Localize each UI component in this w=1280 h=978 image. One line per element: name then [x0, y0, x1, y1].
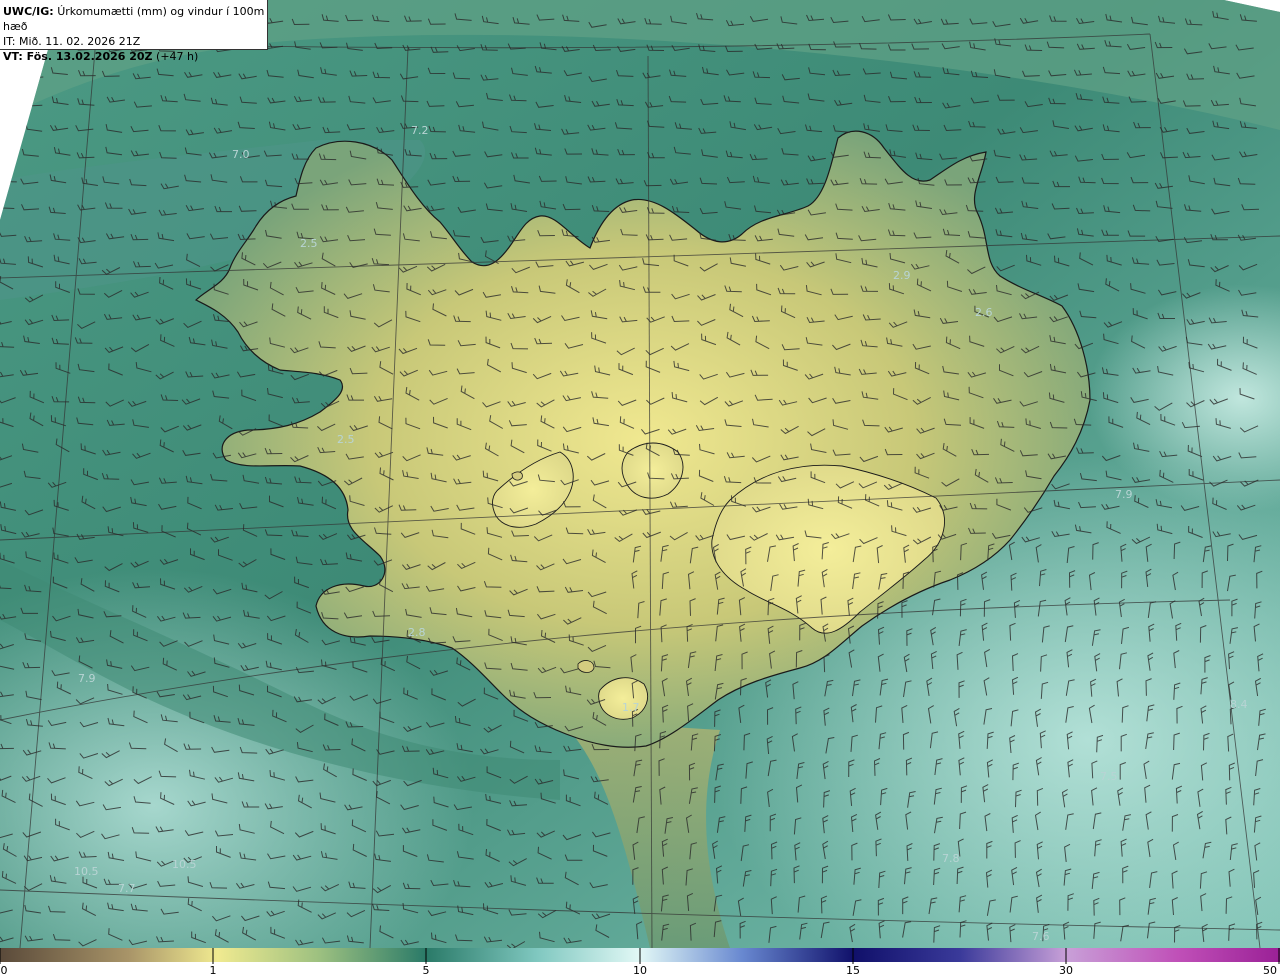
- title-line: UWC/IG: Úrkomumætti (mm) og vindur í 100…: [3, 4, 267, 34]
- precip-value-label: 10.5: [172, 858, 197, 871]
- precip-value-label: 7.6: [1032, 930, 1050, 943]
- valid-time-line: VT: Fös. 13.02.2026 20Z (+47 h): [3, 49, 267, 64]
- colorbar-tick-label: 5: [422, 964, 430, 977]
- precip-value-label: 7.9: [78, 672, 96, 685]
- precip-value-label: 8.4: [1230, 698, 1248, 711]
- precip-value-label: 2.5: [300, 237, 318, 250]
- colorbar-tick-label: 10: [633, 964, 647, 977]
- colorbar-tick-label: 30: [1059, 964, 1073, 977]
- precip-value-label: 2.9: [893, 269, 911, 282]
- precip-value-label: 2.5: [337, 433, 355, 446]
- precip-value-label: 1.7: [622, 701, 640, 714]
- precip-value-label: 7.2: [411, 124, 429, 137]
- precip-value-label: 2.8: [408, 626, 426, 639]
- colorbar-labels: 0 1 5 10 15 30 50: [0, 962, 1280, 978]
- forecast-offset: (+47 h): [156, 50, 199, 63]
- colorbar-tick-label: 50: [1263, 964, 1277, 977]
- colorbar-tick-label: 15: [846, 964, 860, 977]
- precip-value-label: 7.5: [1100, 770, 1118, 783]
- precip-value-label: 2.6: [975, 306, 993, 319]
- product-code: UWC/IG:: [3, 5, 54, 18]
- precip-value-label: 7.7: [118, 882, 136, 895]
- lake-small-2: [511, 471, 523, 481]
- precip-value-label: 7.9: [1115, 488, 1133, 501]
- precip-value-label: 7.0: [232, 148, 250, 161]
- valid-time: VT: Fös. 13.02.2026 20Z: [3, 50, 153, 63]
- precipitation-map: 7.2 7.0 2.5 2.9 2.6 2.5 7.9 2.8 7.9 8.4 10.5 10.5 7.…: [0, 0, 1280, 978]
- precip-value-label: 7.8: [942, 852, 960, 865]
- colorbar-tick-label: 0: [0, 964, 8, 977]
- map-title-box: UWC/IG: Úrkomumætti (mm) og vindur í 100…: [0, 0, 268, 63]
- precip-value-label: 10.5: [74, 865, 99, 878]
- colorbar-tick-label: 1: [209, 964, 217, 977]
- lake-small: [577, 660, 595, 673]
- init-time: IT: Mið. 11. 02. 2026 21Z: [3, 35, 141, 48]
